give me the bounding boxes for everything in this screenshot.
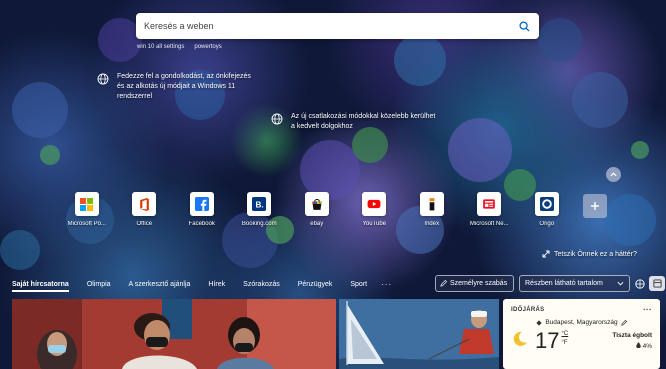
quick-link-office[interactable]: Office <box>116 192 174 227</box>
chevron-up-icon <box>610 172 617 177</box>
collapse-button[interactable] <box>606 167 621 182</box>
grid-view-button[interactable] <box>632 276 648 291</box>
trending-search-link[interactable]: powertoys <box>194 44 221 50</box>
personalize-button[interactable]: Személyre szabás <box>435 275 514 292</box>
globe-icon <box>97 73 109 85</box>
office-icon <box>139 197 149 211</box>
quick-link-label: Microsoft Ne... <box>469 221 509 227</box>
tip-text: Fedezze fel a gondolkodást, az önkifejez… <box>117 73 251 100</box>
moon-icon <box>513 331 527 346</box>
youtube-icon <box>367 199 381 209</box>
edit-location-icon[interactable] <box>620 319 627 326</box>
pencil-icon <box>440 280 447 287</box>
facebook-icon <box>194 197 209 211</box>
weather-temperature: 17 <box>535 328 560 353</box>
search-icon[interactable] <box>517 19 531 33</box>
unit-fahrenheit[interactable]: °F <box>561 339 568 348</box>
news-photo <box>12 299 336 369</box>
add-quick-link-button[interactable] <box>583 194 607 218</box>
quick-link-youtube[interactable]: YouTube <box>346 192 404 227</box>
quick-link-label: Office <box>136 221 153 227</box>
origo-icon <box>539 197 554 211</box>
background-info-tip[interactable]: Fedezze fel a gondolkodást, az önkifejez… <box>97 72 257 102</box>
tab-olympics[interactable]: Olimpia <box>87 281 111 288</box>
quick-link-label: YouTube <box>362 221 387 227</box>
background-info-tip[interactable]: Az új csatlakozási módokkal közelebb ker… <box>271 112 441 132</box>
location-icon <box>536 319 542 326</box>
quick-link-origo[interactable]: Origo <box>518 192 576 227</box>
quick-link-facebook[interactable]: Facebook <box>173 192 231 227</box>
quick-link-label: ebay <box>310 221 324 227</box>
expand-arrow-icon <box>542 250 550 258</box>
tab-my-feed[interactable]: Saját hírcsatorna <box>12 281 69 292</box>
weather-condition: Tiszta égbolt <box>612 332 652 339</box>
quick-links: Microsoft Po... Office Facebook B. Booki… <box>58 192 576 227</box>
tab-entertainment[interactable]: Szórakozás <box>243 281 280 288</box>
tab-editors-picks[interactable]: A szerkesztő ajánlja <box>129 281 191 288</box>
sport-card-image[interactable] <box>339 299 499 369</box>
quick-link-microsoft[interactable]: Microsoft Po... <box>58 192 116 227</box>
tip-text: Az új csatlakozási módokkal közelebb ker… <box>291 113 436 130</box>
search-box[interactable] <box>136 13 539 39</box>
trending-search-link[interactable]: win 10 all settings <box>137 44 184 50</box>
quick-link-label: Index <box>424 221 440 227</box>
sailing-photo <box>339 299 499 369</box>
list-view-button[interactable] <box>649 276 665 291</box>
weather-location: Budapest, Magyarország <box>545 319 618 326</box>
background-feedback-link[interactable]: Tetszik Önnek ez a háttér? <box>542 250 637 258</box>
ebay-icon <box>312 199 322 210</box>
grid-icon <box>635 278 645 289</box>
trending-searches: win 10 all settings powertoys <box>137 44 222 50</box>
booking-icon: B. <box>252 197 267 211</box>
tab-sport[interactable]: Sport <box>350 281 367 288</box>
raindrop-icon <box>636 342 641 349</box>
news-card-image[interactable] <box>12 299 336 369</box>
plus-icon <box>591 202 599 210</box>
weather-precipitation: 4% <box>642 343 652 350</box>
layout-icon <box>652 279 662 288</box>
svg-text:B.: B. <box>256 201 264 210</box>
index-icon <box>429 198 435 211</box>
background-feedback-text: Tetszik Önnek ez a háttér? <box>554 250 637 258</box>
content-visibility-dropdown[interactable]: Részben látható tartalom <box>519 275 630 292</box>
personalize-label: Személyre szabás <box>450 280 508 287</box>
chevron-down-icon <box>617 281 624 286</box>
quick-link-ebay[interactable]: ebay <box>288 192 346 227</box>
quick-link-index[interactable]: Index <box>403 192 461 227</box>
search-input[interactable] <box>144 21 517 31</box>
microsoft-news-icon <box>483 199 496 209</box>
weather-title: IDŐJÁRÁS <box>511 306 545 313</box>
tab-news[interactable]: Hírek <box>208 281 225 288</box>
content-visibility-value: Részben látható tartalom <box>525 280 603 287</box>
unit-celsius[interactable]: °C <box>561 330 568 339</box>
weather-card[interactable]: IDŐJÁRÁS ··· Budapest, Magyarország 17 °… <box>503 299 660 369</box>
quick-link-label: Booking.com <box>241 221 277 227</box>
quick-link-label: Facebook <box>188 221 215 227</box>
globe-icon <box>271 113 283 125</box>
quick-link-label: Microsoft Po... <box>67 221 106 227</box>
quick-link-microsoft-news[interactable]: Microsoft Ne... <box>461 192 519 227</box>
tab-finance[interactable]: Pénzügyek <box>298 281 333 288</box>
quick-link-booking[interactable]: B. Booking.com <box>231 192 289 227</box>
microsoft-icon <box>80 197 94 211</box>
quick-link-label: Origo <box>539 221 555 227</box>
weather-more-button[interactable]: ··· <box>643 305 652 314</box>
more-tabs-button[interactable]: ··· <box>381 280 392 289</box>
